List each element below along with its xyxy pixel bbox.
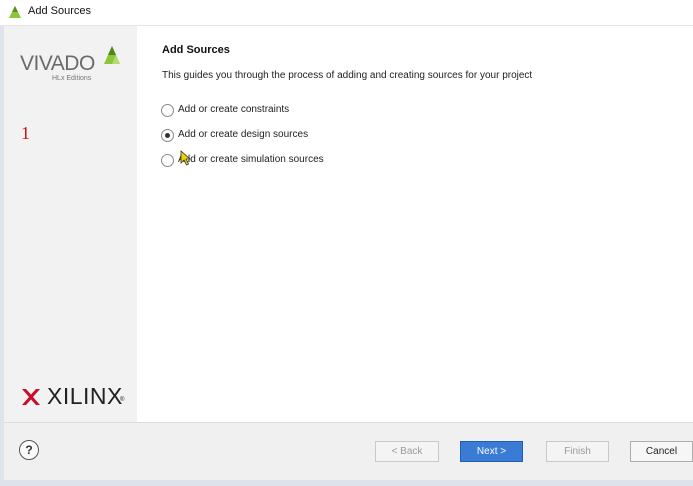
radio-button[interactable] xyxy=(161,104,174,117)
vivado-logo-text: VIVADO xyxy=(20,52,95,75)
option-label[interactable]: Add or create simulation sources xyxy=(178,154,324,165)
wizard-sidebar: VIVADO HLx Editions 1 XILINX ® xyxy=(4,26,137,422)
back-button[interactable]: < Back xyxy=(375,441,439,462)
wizard-footer: ? < Back Next > Finish Cancel xyxy=(4,422,693,481)
radio-button[interactable] xyxy=(161,129,174,142)
help-button[interactable]: ? xyxy=(19,440,39,460)
vivado-logo-subtitle: HLx Editions xyxy=(52,75,92,82)
page-description: This guides you through the process of a… xyxy=(162,70,533,81)
window-bottom-border xyxy=(0,480,693,486)
xilinx-logo-text: XILINX xyxy=(47,383,123,409)
finish-button[interactable]: Finish xyxy=(546,441,609,462)
mouse-cursor-icon xyxy=(180,150,192,166)
radio-selected-dot xyxy=(165,133,170,138)
cancel-button[interactable]: Cancel xyxy=(630,441,693,462)
vivado-logo: VIVADO HLx Editions xyxy=(20,44,124,86)
window-titlebar: Add Sources xyxy=(0,0,693,26)
option-label[interactable]: Add or create constraints xyxy=(178,104,289,115)
step-marker: 1 xyxy=(21,123,30,143)
registered-mark: ® xyxy=(120,397,125,403)
vivado-leaf-icon xyxy=(104,46,120,64)
xilinx-mark-icon xyxy=(22,389,40,405)
wizard-content: Add Sources This guides you through the … xyxy=(137,26,693,422)
xilinx-logo: XILINX ® xyxy=(20,383,130,413)
next-button[interactable]: Next > xyxy=(460,441,523,462)
vivado-leaf-icon xyxy=(9,6,21,18)
option-label[interactable]: Add or create design sources xyxy=(178,129,308,140)
window-title: Add Sources xyxy=(28,5,91,17)
radio-button[interactable] xyxy=(161,154,174,167)
page-title: Add Sources xyxy=(162,44,230,56)
